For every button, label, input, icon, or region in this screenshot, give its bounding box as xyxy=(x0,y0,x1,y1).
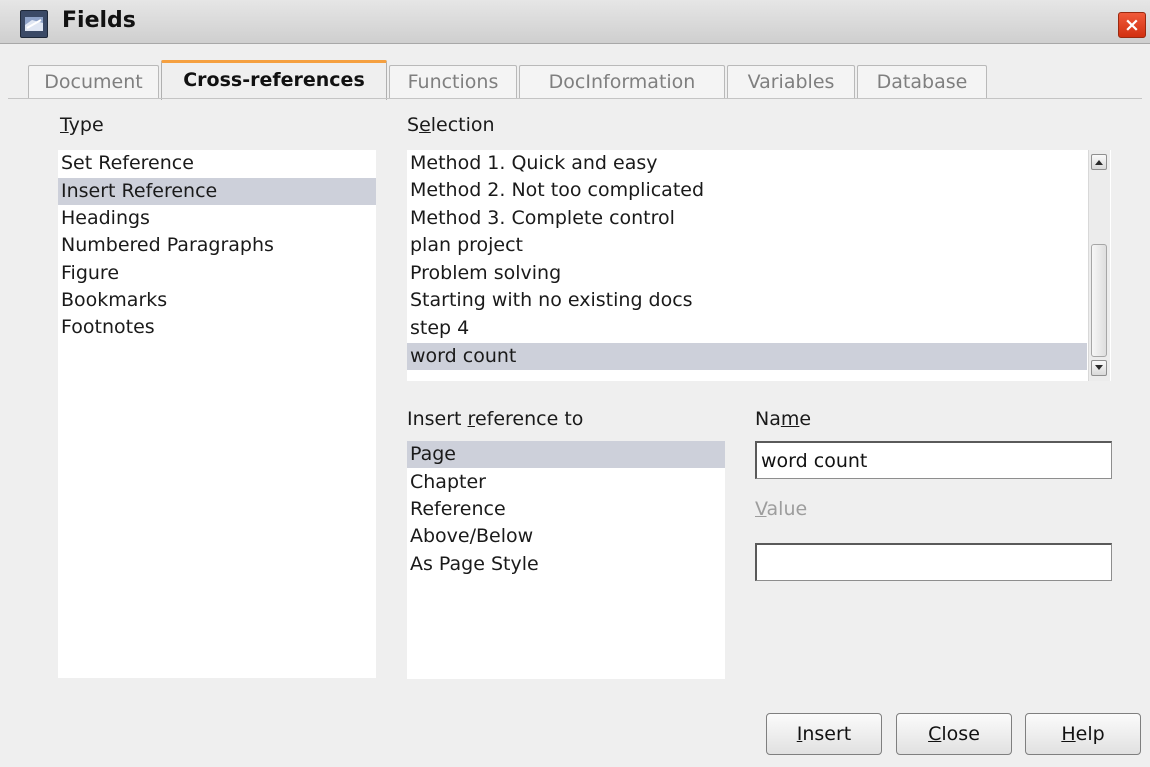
name-label: Name xyxy=(755,408,812,430)
tab-document[interactable]: Document xyxy=(28,65,159,98)
scroll-thumb[interactable] xyxy=(1091,244,1107,357)
close-window-button[interactable]: × xyxy=(1118,12,1146,38)
scroll-down-button[interactable] xyxy=(1091,360,1107,376)
selection-item[interactable]: step 4 xyxy=(407,315,1087,342)
name-input[interactable] xyxy=(755,441,1112,479)
type-label: Type xyxy=(60,114,104,136)
selection-list[interactable]: Method 1. Quick and easy Method 2. Not t… xyxy=(407,150,1111,381)
insert-button[interactable]: Insert xyxy=(766,713,882,755)
type-item-set-reference[interactable]: Set Reference xyxy=(58,150,376,177)
selection-item[interactable]: Method 3. Complete control xyxy=(407,205,1087,232)
selection-scrollbar[interactable] xyxy=(1088,150,1110,381)
window-title: Fields xyxy=(62,8,136,33)
help-button[interactable]: Help xyxy=(1025,713,1141,755)
selection-label: Selection xyxy=(407,114,495,136)
scroll-up-button[interactable] xyxy=(1091,154,1107,170)
selection-item[interactable]: plan project xyxy=(407,232,1087,259)
tab-docinformation[interactable]: DocInformation xyxy=(519,65,725,98)
chevron-down-icon xyxy=(1095,365,1103,370)
selection-item[interactable]: Method 2. Not too complicated xyxy=(407,177,1087,204)
close-button[interactable]: Close xyxy=(896,713,1012,755)
type-item-figure[interactable]: Figure xyxy=(58,260,376,287)
chevron-up-icon xyxy=(1095,160,1103,165)
insert-ref-item-page[interactable]: Page xyxy=(407,441,725,468)
value-input[interactable] xyxy=(755,543,1112,581)
type-item-headings[interactable]: Headings xyxy=(58,205,376,232)
selection-item[interactable]: Problem solving xyxy=(407,260,1087,287)
selection-item[interactable]: Starting with no existing docs xyxy=(407,287,1087,314)
insert-ref-item-as-page-style[interactable]: As Page Style xyxy=(407,551,725,578)
type-item-footnotes[interactable]: Footnotes xyxy=(58,314,376,341)
insert-ref-item-reference[interactable]: Reference xyxy=(407,496,725,523)
tab-functions[interactable]: Functions xyxy=(389,65,517,98)
value-label: Value xyxy=(755,498,808,520)
type-item-numbered-paragraphs[interactable]: Numbered Paragraphs xyxy=(58,232,376,259)
tab-panel-border xyxy=(8,98,1142,99)
selection-item[interactable]: Method 1. Quick and easy xyxy=(407,150,1087,177)
insert-reference-list[interactable]: Page Chapter Reference Above/Below As Pa… xyxy=(407,441,725,679)
insert-ref-item-chapter[interactable]: Chapter xyxy=(407,469,725,496)
type-item-bookmarks[interactable]: Bookmarks xyxy=(58,287,376,314)
type-list[interactable]: Set Reference Insert Reference Headings … xyxy=(58,150,376,678)
type-item-insert-reference[interactable]: Insert Reference xyxy=(58,178,376,205)
tab-variables[interactable]: Variables xyxy=(727,65,855,98)
insert-ref-item-above-below[interactable]: Above/Below xyxy=(407,523,725,550)
title-bar: Fields × xyxy=(0,0,1150,44)
document-fields-icon xyxy=(20,10,48,38)
tab-cross-references[interactable]: Cross-references xyxy=(161,60,387,100)
selection-item-selected[interactable]: word count xyxy=(407,343,1087,370)
tab-database[interactable]: Database xyxy=(857,65,987,98)
insert-reference-to-label: Insert reference to xyxy=(407,408,584,430)
close-icon: × xyxy=(1124,14,1140,36)
